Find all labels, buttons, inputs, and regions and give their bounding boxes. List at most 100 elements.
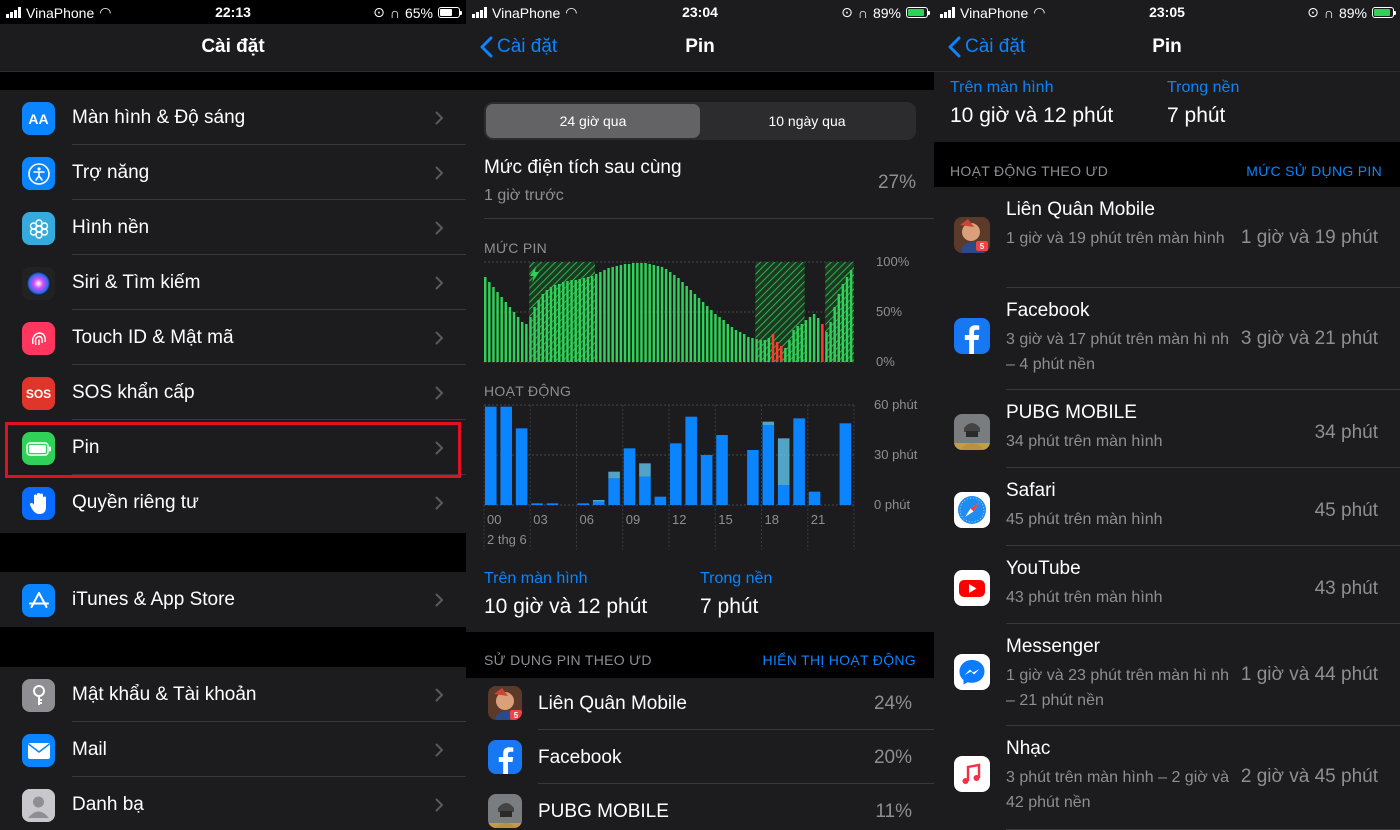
screen-time-bar [747, 450, 759, 505]
x-tick-label: 03 [533, 512, 547, 527]
battery-level-bar [553, 285, 557, 362]
battery-level-bar [640, 263, 643, 362]
battery-level-bar [780, 346, 783, 362]
lien-quan-icon: 5 [954, 217, 990, 253]
screen-time-bar [639, 476, 651, 505]
background-label: Trong nền [1167, 79, 1240, 96]
y-tick-label: 60 phút [874, 397, 918, 412]
app-name: Liên Quân Mobile [1006, 199, 1155, 220]
nav-bar: Cài đặt Pin [934, 24, 1400, 72]
app-usage-detail: 34 phút trên màn hình [1006, 433, 1163, 450]
screen-time-bar [500, 406, 512, 505]
battery-level-bar [574, 280, 577, 362]
battery-level-bar [837, 294, 841, 362]
screen-time-bar [700, 455, 713, 505]
battery-level-bar [636, 263, 639, 362]
app-activity-row[interactable]: YouTube 43 phút trên màn hình 43 phút [934, 546, 1400, 624]
battery-level-chart: 100% 50% 0% [484, 254, 910, 369]
settings-row-sos[interactable]: SOS SOS khẩn cấp [0, 365, 466, 420]
battery-level-bar [743, 334, 746, 362]
show-activity-link[interactable]: HIỂN THỊ HOẠT ĐỘNG [763, 652, 916, 668]
app-usage-row[interactable]: 5 Liên Quân Mobile 24% [466, 676, 934, 730]
app-name: Liên Quân Mobile [538, 693, 687, 714]
app-usage-duration: 1 giờ và 19 phút [1240, 227, 1378, 248]
chevron-right-icon [435, 688, 444, 701]
y-tick-label: 0% [876, 354, 895, 369]
time-range-segmented-control[interactable]: 24 giờ qua 10 ngày qua [484, 102, 916, 140]
segment-10d[interactable]: 10 ngày qua [700, 104, 914, 138]
battery-level-bar [632, 263, 635, 362]
lock-rotation-icon: ⊙ [373, 4, 385, 20]
app-usage-duration: 1 giờ và 44 phút [1240, 664, 1378, 685]
settings-row-app-store[interactable]: iTunes & App Store [0, 572, 466, 627]
settings-row-label: Mật khẩu & Tài khoản [72, 684, 257, 705]
battery-level-bar [615, 266, 619, 362]
settings-row-label: Mail [72, 739, 107, 760]
battery-level-bar [566, 281, 569, 362]
battery-level-bar [755, 339, 758, 362]
battery-level-bar [484, 277, 487, 362]
settings-row-accessibility[interactable]: Trợ năng [0, 145, 466, 200]
battery-level-bar [611, 267, 614, 362]
battery-level-bar [623, 264, 627, 362]
battery-level-bar [817, 318, 820, 362]
app-activity-row[interactable]: 5 Liên Quân Mobile 1 giờ và 19 phút trên m… [934, 187, 1400, 288]
app-activity-row[interactable]: Messenger 1 giờ và 23 phút trên màn hì nh… [934, 624, 1400, 726]
battery-level-bar [734, 330, 738, 362]
settings-row-display-brightness[interactable]: AA Màn hình & Độ sáng [0, 90, 466, 145]
app-usage-detail: 1 giờ và 23 phút trên màn hì nh – 21 phú… [1006, 667, 1230, 709]
settings-row-siri[interactable]: Siri & Tìm kiếm [0, 255, 466, 310]
battery-usage-link[interactable]: MỨC SỬ DỤNG PIN [1246, 163, 1382, 179]
facebook-icon [954, 318, 990, 354]
settings-row-contacts[interactable]: Danh bạ [0, 777, 466, 830]
app-battery-percent: 11% [875, 801, 912, 822]
settings-row-key[interactable]: Mật khẩu & Tài khoản [0, 667, 466, 722]
siri-icon [22, 267, 55, 300]
facebook-icon [488, 740, 522, 774]
settings-row-privacy-hand[interactable]: Quyền riêng tư [0, 475, 466, 530]
on-screen-label: Trên màn hình [484, 570, 588, 587]
settings-row-fingerprint[interactable]: Touch ID & Mật mã [0, 310, 466, 365]
safari-icon [954, 492, 990, 528]
messenger-icon [954, 654, 990, 690]
app-activity-row[interactable]: Facebook 3 giờ và 17 phút trên màn hì nh … [934, 288, 1400, 390]
divider [484, 218, 934, 219]
pubg-icon [488, 794, 522, 828]
x-tick-label: 15 [718, 512, 732, 527]
lock-rotation-icon: ⊙ [841, 4, 853, 20]
settings-row-mail[interactable]: Mail [0, 722, 466, 777]
chevron-right-icon [435, 221, 444, 234]
app-usage-row[interactable]: Facebook 20% [466, 730, 934, 784]
youtube-icon [954, 570, 990, 606]
y-tick-label: 30 phút [874, 447, 918, 462]
segment-24h[interactable]: 24 giờ qua [486, 104, 700, 138]
battery-level-bar [714, 314, 717, 362]
app-activity-row[interactable]: Nhạc 3 phút trên màn hình – 2 giờ và 42 p… [934, 726, 1400, 830]
app-name: PUBG MOBILE [1006, 402, 1137, 423]
battery-level-bar [504, 302, 508, 362]
settings-row-wallpaper[interactable]: Hình nền [0, 200, 466, 255]
status-bar: VinaPhone ◠ 23:04 ⊙ ∩ 89% [466, 0, 934, 24]
battery-level-bar [812, 314, 816, 362]
background-time-bar [592, 500, 605, 502]
y-tick-label: 50% [876, 304, 902, 319]
app-usage-duration: 2 giờ và 45 phút [1240, 766, 1378, 787]
nav-bar: Cài đặt Pin [466, 24, 934, 72]
headphones-icon: ∩ [857, 4, 868, 21]
settings-row-label: Hình nền [72, 217, 150, 238]
screen-time-bar [670, 443, 682, 505]
last-charge-label: Mức điện tích sau cùng [484, 157, 682, 178]
screen-time-bar [592, 501, 605, 505]
app-activity-row[interactable]: PUBG MOBILE 34 phút trên màn hình 34 phút [934, 390, 1400, 468]
battery-level-bar [500, 297, 503, 362]
screen-time-bar [623, 448, 636, 505]
background-time-bar [639, 463, 651, 477]
battery-level-bar [730, 327, 734, 362]
app-usage-row[interactable]: PUBG MOBILE 11% [466, 784, 934, 830]
battery-level-bar [656, 266, 660, 362]
app-activity-row[interactable]: Safari 45 phút trên màn hình 45 phút [934, 468, 1400, 546]
page-title: Cài đặt [201, 36, 265, 57]
battery-percent: 89% [1338, 4, 1367, 21]
battery-level-bar [804, 320, 808, 362]
battery-level-bar [792, 330, 795, 362]
